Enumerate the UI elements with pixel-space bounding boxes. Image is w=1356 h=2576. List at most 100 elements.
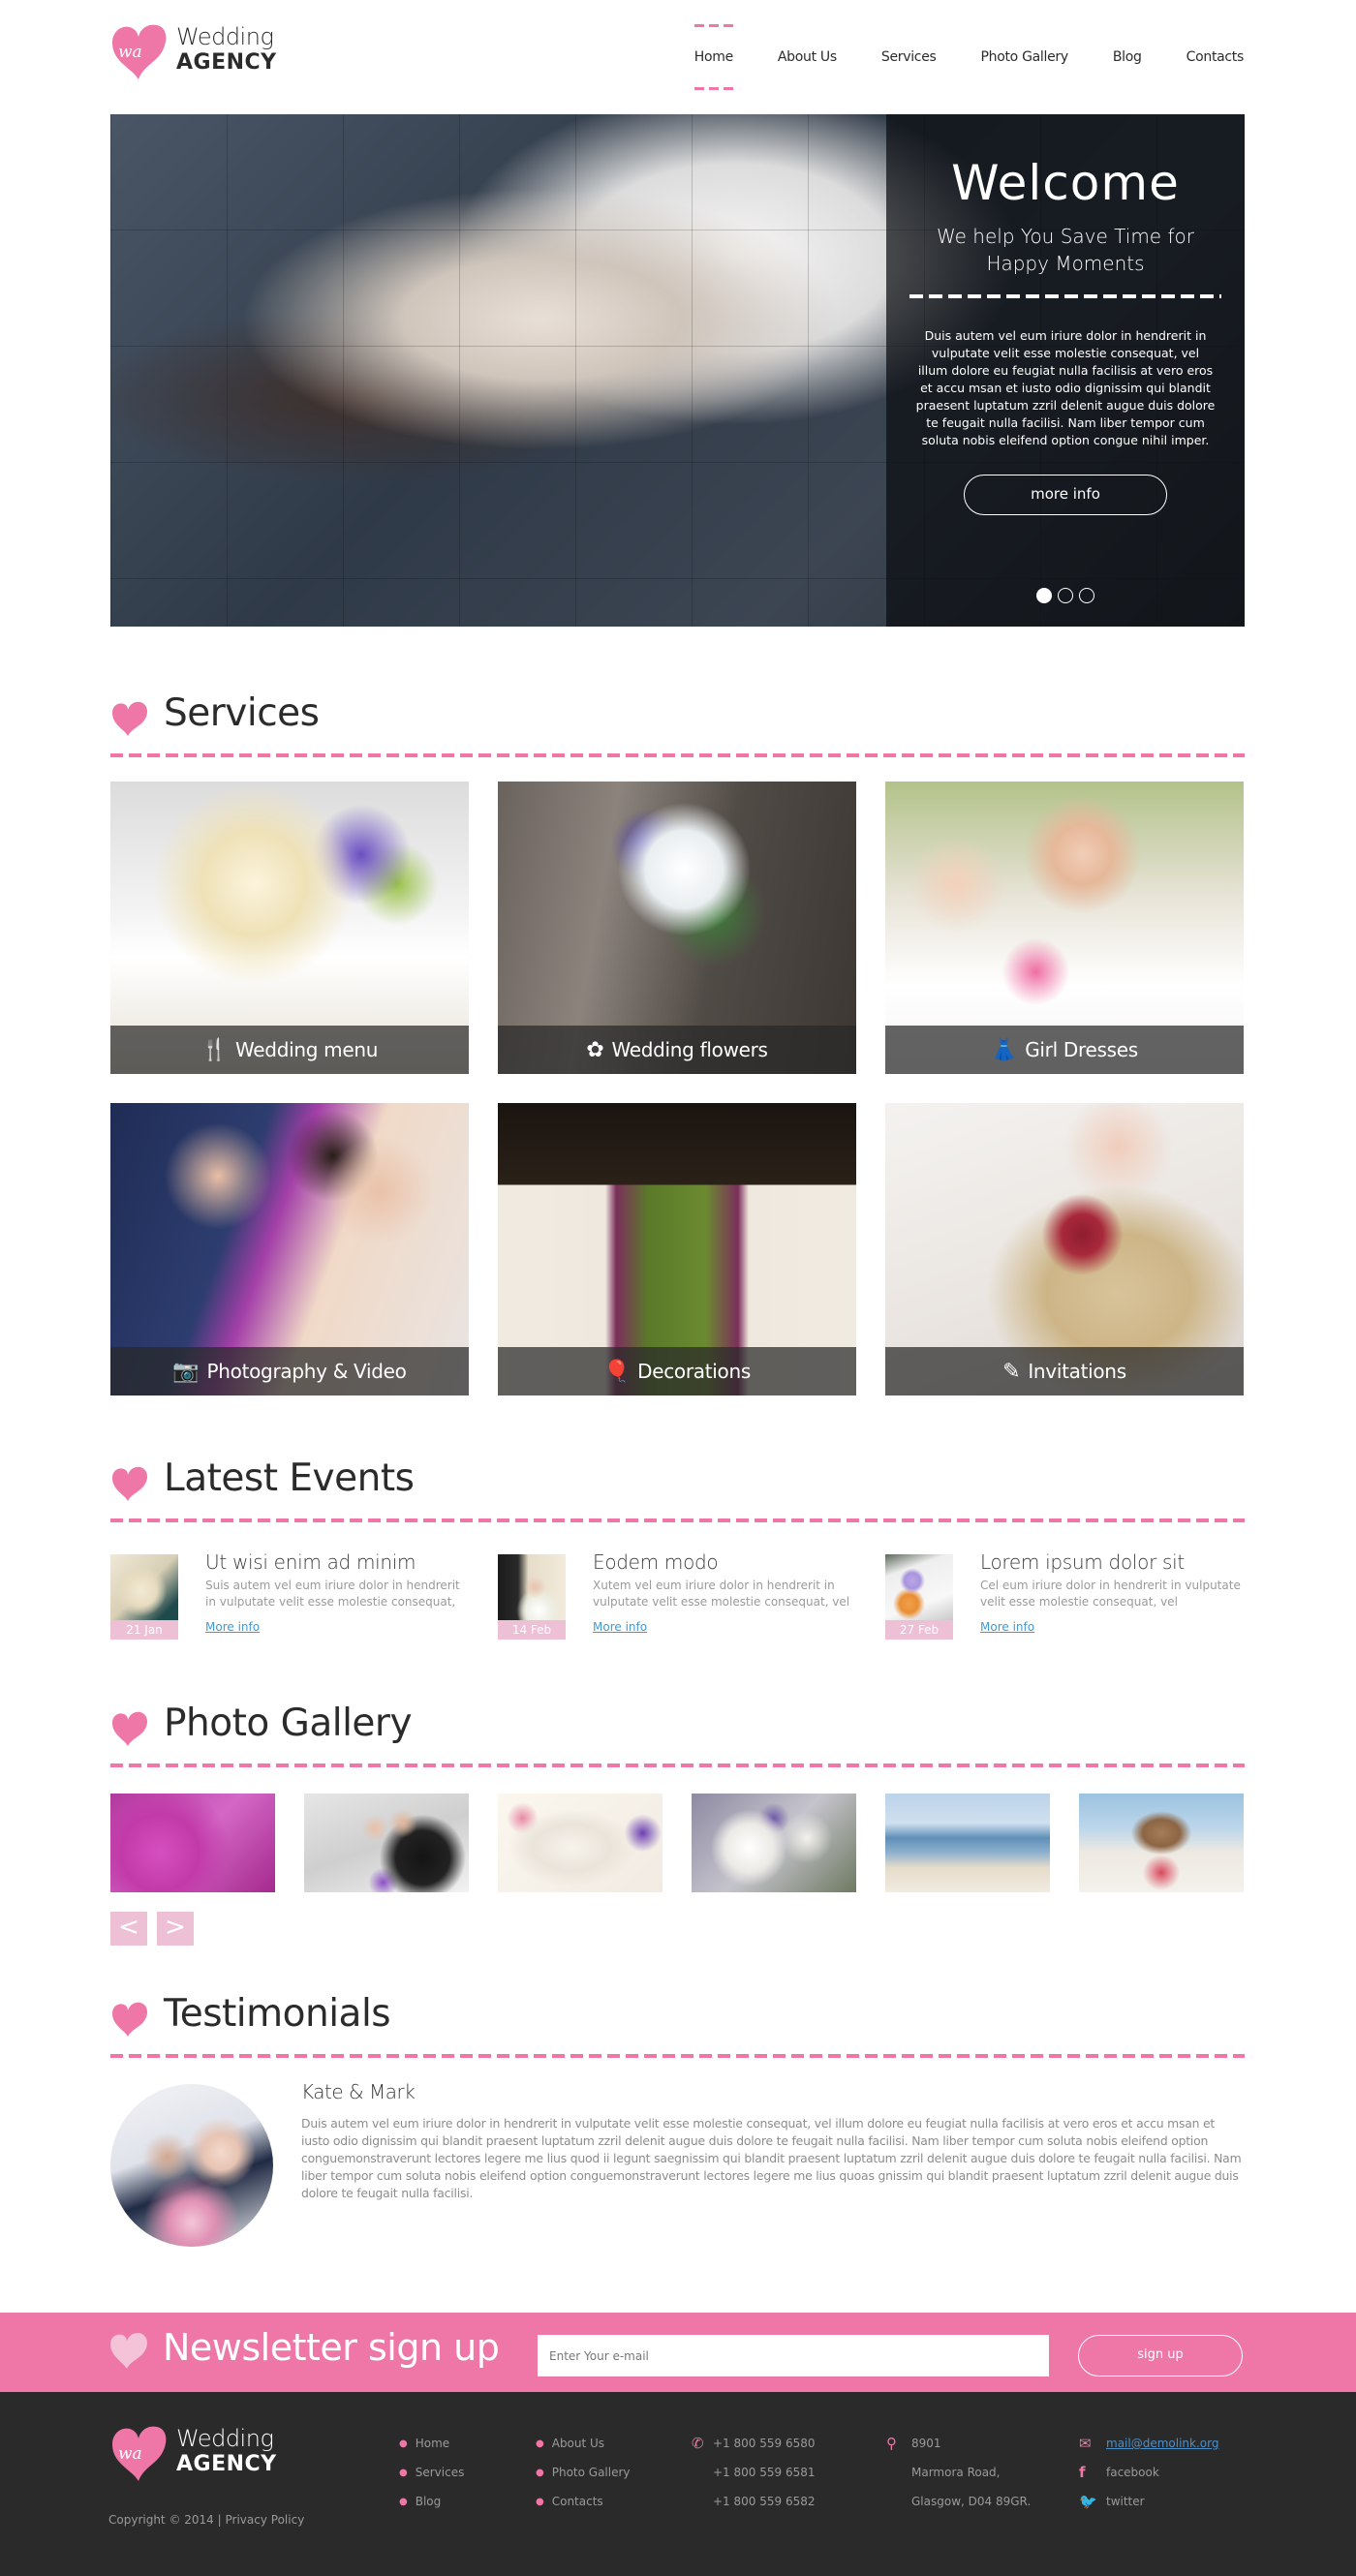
event-excerpt: Xutem vel eum iriure dolor in hendrerit …	[593, 1579, 850, 1609]
more-info-link[interactable]: More info	[980, 1620, 1034, 1634]
newsletter-bar: Newsletter sign up sign up	[0, 2313, 1356, 2392]
more-info-link[interactable]: More info	[205, 1620, 260, 1634]
footer-link-about-us[interactable]: About Us	[552, 2437, 604, 2450]
event-item: 14 Feb Eodem modo Xutem vel eum iriure d…	[498, 1550, 866, 1646]
nav-services[interactable]: Services	[881, 49, 937, 65]
gallery-photo-pink-roses[interactable]	[110, 1794, 275, 1892]
map-pin-icon: ⚲	[886, 2435, 897, 2452]
gallery-heading: Photo Gallery	[110, 1700, 1245, 1767]
services-heading: Services	[110, 690, 1245, 757]
bullet-icon: ●	[399, 2496, 408, 2507]
service-caption: ✿ Wedding flowers	[498, 1026, 856, 1074]
pencil-icon: ✎	[1002, 1359, 1021, 1384]
footer-link-blog[interactable]: Blog	[416, 2495, 442, 2508]
service-label: Photography & Video	[206, 1360, 407, 1383]
address-line: Marmora Road,	[911, 2466, 1001, 2479]
gallery-photo-white-roses[interactable]	[692, 1794, 856, 1892]
logo-line2: AGENCY	[176, 50, 277, 75]
phone-icon: ✆	[692, 2435, 704, 2452]
facebook-link[interactable]: facebook	[1106, 2466, 1159, 2479]
gallery-photo-beach-gazebo[interactable]	[1079, 1794, 1244, 1892]
copyright: Copyright © 2014 | Privacy Policy	[108, 2513, 304, 2527]
footer-link-home[interactable]: Home	[416, 2437, 449, 2450]
event-date: 21 Jan	[110, 1620, 178, 1640]
event-date: 14 Feb	[498, 1620, 566, 1640]
section-divider	[110, 753, 1245, 757]
service-label: Invitations	[1028, 1360, 1126, 1383]
gallery-photo-beach-couple[interactable]	[885, 1794, 1050, 1892]
event-item: 27 Feb Lorem ipsum dolor sit Cel eum iri…	[885, 1550, 1253, 1646]
footer-social: ✉ mail@demolink.org f facebook 🐦 twitter	[1079, 2429, 1218, 2516]
copyright-text: Copyright © 2014	[108, 2513, 214, 2527]
testimonial-text: Duis autem vel eum iriure dolor in hendr…	[301, 2116, 1242, 2200]
footer-link-photo-gallery[interactable]: Photo Gallery	[552, 2466, 631, 2479]
service-caption: 🎈 Decorations	[498, 1347, 856, 1395]
nav-photo-gallery[interactable]: Photo Gallery	[981, 49, 1069, 65]
slide-dot-3[interactable]	[1079, 588, 1094, 603]
nav-contacts[interactable]: Contacts	[1186, 49, 1245, 65]
service-caption: 👗 Girl Dresses	[885, 1026, 1244, 1074]
service-card-decorations[interactable]: 🎈 Decorations	[498, 1103, 856, 1395]
testimonial-avatar	[110, 2084, 273, 2247]
email-link[interactable]: mail@demolink.org	[1106, 2437, 1218, 2450]
service-card-girl-dresses[interactable]: 👗 Girl Dresses	[885, 782, 1244, 1074]
newsletter-email-input[interactable]	[538, 2335, 1049, 2377]
footer-logo[interactable]: wa Wedding AGENCY	[108, 2423, 302, 2485]
site-header: wa Wedding AGENCY Home About Us Services…	[0, 0, 1356, 114]
envelope-icon: ✉	[1079, 2435, 1092, 2452]
main-nav: Home About Us Services Photo Gallery Blo…	[650, 0, 1244, 114]
footer-links-col2: ● About Us ● Photo Gallery ● Contacts	[536, 2429, 631, 2516]
nav-home[interactable]: Home	[693, 24, 733, 90]
service-card-wedding-menu[interactable]: 🍴 Wedding menu	[110, 782, 469, 1074]
heart-icon	[112, 701, 148, 736]
testimonials-title: Testimonials	[164, 1992, 391, 2036]
sign-up-button[interactable]: sign up	[1078, 2335, 1243, 2377]
bullet-icon: ●	[536, 2467, 544, 2478]
twitter-link[interactable]: twitter	[1106, 2495, 1145, 2508]
heart-icon	[112, 1466, 148, 1501]
heart-icon	[110, 2332, 147, 2369]
event-item: 21 Jan Ut wisi enim ad minim Suis autem …	[110, 1550, 478, 1646]
slide-dot-2[interactable]	[1058, 588, 1073, 603]
site-footer: wa Wedding AGENCY Copyright © 2014 | Pri…	[0, 2392, 1356, 2576]
site-logo[interactable]: wa Wedding AGENCY	[108, 21, 302, 83]
event-thumbnail[interactable]: 27 Feb	[885, 1554, 953, 1640]
slide-dot-1[interactable]	[1036, 588, 1052, 603]
service-card-invitations[interactable]: ✎ Invitations	[885, 1103, 1244, 1395]
service-label: Wedding menu	[234, 1038, 379, 1061]
event-image	[110, 1554, 178, 1620]
event-thumbnail[interactable]: 21 Jan	[110, 1554, 178, 1640]
service-card-wedding-flowers[interactable]: ✿ Wedding flowers	[498, 782, 856, 1074]
event-title[interactable]: Ut wisi enim ad minim	[205, 1550, 416, 1574]
more-info-button[interactable]: more info	[964, 475, 1167, 515]
hero-divider	[909, 294, 1221, 298]
balloons-icon: 🎈	[603, 1359, 631, 1384]
bullet-icon: ●	[536, 2438, 544, 2449]
hero-caption-panel: Welcome We help You Save Time for Happy …	[886, 114, 1245, 627]
nav-blog[interactable]: Blog	[1113, 49, 1142, 65]
event-date: 27 Feb	[885, 1620, 953, 1640]
more-info-link[interactable]: More info	[593, 1620, 647, 1634]
event-image	[498, 1554, 566, 1620]
event-title[interactable]: Eodem modo	[593, 1550, 719, 1574]
gallery-photo-cake[interactable]	[498, 1794, 663, 1892]
footer-address: ⚲ 8901 Marmora Road, Glasgow, D04 89GR.	[886, 2429, 1031, 2516]
footer-link-contacts[interactable]: Contacts	[552, 2495, 603, 2508]
nav-about-us[interactable]: About Us	[778, 49, 837, 65]
gallery-next-button[interactable]: >	[157, 1912, 194, 1946]
bullet-icon: ●	[399, 2467, 408, 2478]
hero-title: Welcome	[951, 155, 1180, 211]
facebook-icon: f	[1079, 2464, 1086, 2481]
heart-icon	[112, 1711, 148, 1746]
footer-link-services[interactable]: Services	[416, 2466, 465, 2479]
gallery-prev-button[interactable]: <	[110, 1912, 147, 1946]
gallery-photo-couple[interactable]	[304, 1794, 469, 1892]
events-title: Latest Events	[164, 1457, 415, 1500]
service-label: Girl Dresses	[1025, 1038, 1138, 1061]
service-card-photography-video[interactable]: 📷 Photography & Video	[110, 1103, 469, 1395]
event-title[interactable]: Lorem ipsum dolor sit	[980, 1550, 1185, 1574]
privacy-policy-link[interactable]: Privacy Policy	[226, 2513, 305, 2527]
event-thumbnail[interactable]: 14 Feb	[498, 1554, 566, 1640]
section-divider	[110, 1518, 1245, 1522]
address-line: Glasgow, D04 89GR.	[911, 2495, 1032, 2508]
